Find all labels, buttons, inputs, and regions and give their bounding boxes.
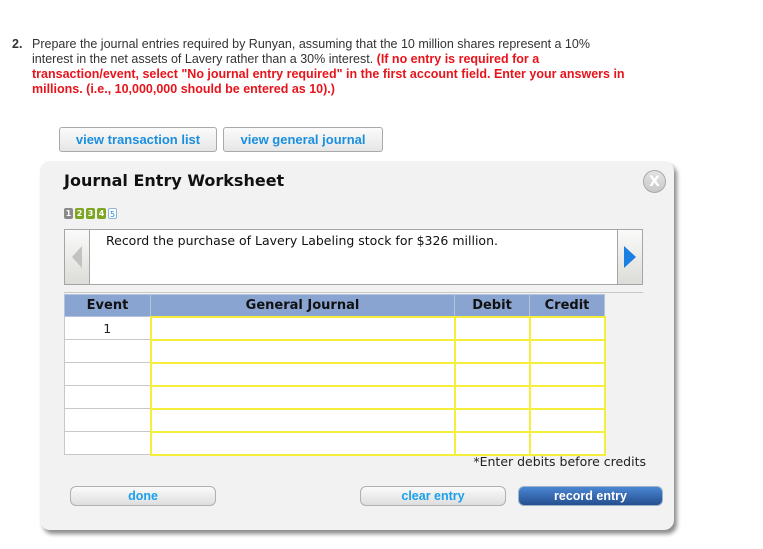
table-row <box>64 407 606 433</box>
credit-input[interactable] <box>528 407 606 433</box>
close-icon: X <box>649 173 660 190</box>
transaction-description: Record the purchase of Lavery Labeling s… <box>90 229 617 285</box>
divider <box>64 292 643 293</box>
next-button[interactable] <box>617 229 643 285</box>
header-credit: Credit <box>529 294 605 317</box>
credit-input[interactable] <box>528 361 606 387</box>
credit-input[interactable] <box>528 430 606 456</box>
account-input[interactable] <box>149 361 456 387</box>
debits-note: *Enter debits before credits <box>473 454 646 469</box>
header-debit: Debit <box>454 294 530 317</box>
event-cell <box>64 362 151 386</box>
step-4[interactable]: 4 <box>97 208 106 219</box>
previous-button[interactable] <box>64 229 90 285</box>
view-general-journal-button[interactable]: view general journal <box>223 127 383 152</box>
step-2[interactable]: 2 <box>75 208 84 219</box>
clear-entry-button[interactable]: clear entry <box>360 486 506 506</box>
debit-input[interactable] <box>453 384 531 410</box>
table-row <box>64 384 606 410</box>
question-text: 2. Prepare the journal entries required … <box>12 37 632 97</box>
question-number: 2. <box>12 37 23 51</box>
debit-input[interactable] <box>453 361 531 387</box>
event-cell: 1 <box>64 316 151 340</box>
credit-input[interactable] <box>528 315 606 341</box>
account-input[interactable] <box>149 338 456 364</box>
step-indicator: 1 2 3 4 5 <box>64 208 117 219</box>
step-3[interactable]: 3 <box>86 208 95 219</box>
table-row <box>64 430 606 456</box>
arrow-right-icon <box>624 246 636 268</box>
credit-input[interactable] <box>528 338 606 364</box>
debit-input[interactable] <box>453 315 531 341</box>
event-cell <box>64 408 151 432</box>
debit-input[interactable] <box>453 338 531 364</box>
debit-input[interactable] <box>453 407 531 433</box>
worksheet-title: Journal Entry Worksheet <box>64 171 285 190</box>
account-input[interactable] <box>149 315 456 341</box>
header-general-journal: General Journal <box>150 294 455 317</box>
close-button[interactable]: X <box>643 170 666 193</box>
arrow-left-icon <box>72 246 82 268</box>
account-input[interactable] <box>149 430 456 456</box>
account-input[interactable] <box>149 407 456 433</box>
step-5[interactable]: 5 <box>108 208 117 219</box>
view-transaction-list-button[interactable]: view transaction list <box>59 127 217 152</box>
table-row <box>64 361 606 387</box>
record-entry-button[interactable]: record entry <box>518 486 663 506</box>
journal-table: Event General Journal Debit Credit 1 <box>64 294 606 456</box>
event-cell <box>64 431 151 455</box>
header-event: Event <box>64 294 151 317</box>
credit-input[interactable] <box>528 384 606 410</box>
table-row: 1 <box>64 315 606 341</box>
table-row <box>64 338 606 364</box>
done-button[interactable]: done <box>70 486 216 506</box>
event-cell <box>64 385 151 409</box>
debit-input[interactable] <box>453 430 531 456</box>
event-cell <box>64 339 151 363</box>
journal-entry-worksheet: Journal Entry Worksheet X 1 2 3 4 5 Reco… <box>40 161 674 530</box>
step-1[interactable]: 1 <box>64 208 73 219</box>
account-input[interactable] <box>149 384 456 410</box>
